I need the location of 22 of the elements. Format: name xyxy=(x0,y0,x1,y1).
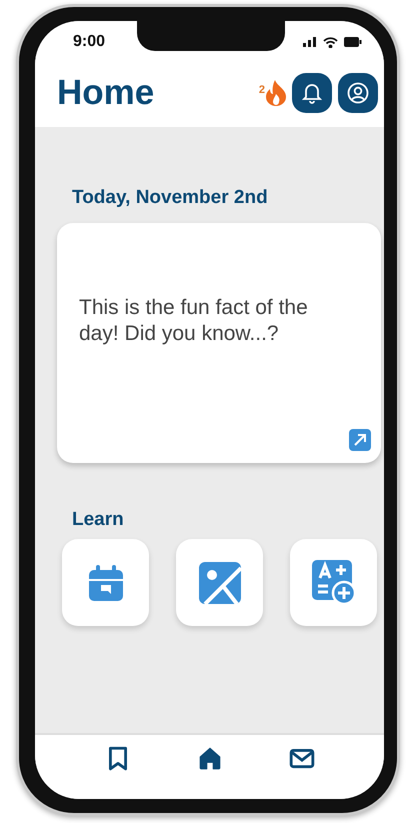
date-heading: Today, November 2nd xyxy=(72,187,269,209)
learn-tile[interactable] xyxy=(62,539,149,626)
profile-button[interactable] xyxy=(338,73,378,113)
wifi-icon xyxy=(323,36,338,48)
expand-button[interactable] xyxy=(349,429,371,451)
calendar-icon xyxy=(88,564,122,600)
learn-tile[interactable] xyxy=(290,539,377,626)
status-time: 9:00 xyxy=(73,33,106,51)
profile-icon xyxy=(347,82,369,104)
notification-button[interactable] xyxy=(292,73,332,113)
arrow-icon xyxy=(353,433,367,447)
learn-heading: Learn xyxy=(72,509,125,531)
page-title: Home xyxy=(57,73,154,113)
image-icon xyxy=(198,562,240,604)
signal-icon xyxy=(303,37,317,47)
learn-tile[interactable] xyxy=(176,539,263,626)
battery-icon xyxy=(344,37,362,47)
grades-icon xyxy=(312,560,356,606)
streak-count: 2 xyxy=(258,84,265,96)
fun-fact-text: This is the fun fact of the day! Did you know...? xyxy=(79,295,309,348)
bell-icon xyxy=(302,82,322,104)
flame-icon xyxy=(266,80,286,106)
